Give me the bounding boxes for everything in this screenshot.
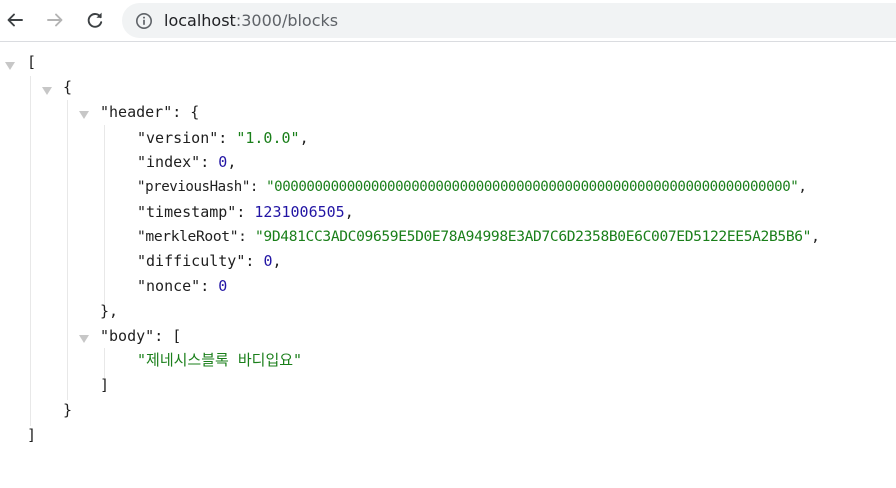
field-difficulty: "difficulty": 0, <box>137 249 282 273</box>
collapse-triangle-icon[interactable] <box>79 335 89 343</box>
field-nonce: "nonce": 0 <box>137 274 227 298</box>
body-open: : [ <box>154 327 182 345</box>
field-value: 0 <box>218 153 228 171</box>
info-circle-icon[interactable] <box>135 12 153 30</box>
field-index: "index": 0, <box>137 150 236 174</box>
object-open-brace: { <box>63 78 73 96</box>
url-text[interactable]: localhost:3000/blocks <box>164 3 338 38</box>
forward-button[interactable] <box>41 6 69 34</box>
field-trail: , <box>272 252 282 270</box>
json-viewer: [ { "header": { "version": "1.0.0", "ind… <box>0 42 896 488</box>
field-key: "version" <box>137 129 219 147</box>
field-sep: : <box>249 179 267 195</box>
field-key: "difficulty" <box>137 252 246 270</box>
body-item: "제네시스블록 바디입요" <box>137 351 303 369</box>
field-previous-hash: "previousHash": "00000000000000000000000… <box>137 175 807 199</box>
back-button[interactable] <box>1 6 29 34</box>
body-key: "body" <box>100 327 155 345</box>
field-value: 1231006505 <box>254 203 345 221</box>
field-key: "nonce" <box>137 277 201 295</box>
header-line: "header": { <box>100 100 199 124</box>
header-key: "header" <box>100 103 173 121</box>
indent-guide <box>67 100 68 400</box>
header-close: }, <box>100 302 119 320</box>
field-timestamp: "timestamp": 1231006505, <box>137 200 354 224</box>
field-trail: , <box>344 203 354 221</box>
field-value: "1.0.0" <box>236 129 300 147</box>
field-sep: : <box>236 203 255 221</box>
reload-button[interactable] <box>81 6 109 34</box>
address-bar[interactable]: localhost:3000/blocks <box>122 3 896 38</box>
forward-arrow-icon <box>47 13 63 27</box>
field-sep: : <box>200 277 219 295</box>
field-value: "000000000000000000000000000000000000000… <box>266 179 799 195</box>
indent-guide <box>104 125 105 305</box>
collapse-triangle-icon[interactable] <box>79 111 89 119</box>
field-value: "9D481CC3ADC09659E5D0E78A94998E3AD7C6D23… <box>254 228 812 245</box>
object-close-brace: } <box>63 401 73 419</box>
browser-toolbar: localhost:3000/blocks <box>0 0 896 42</box>
body-line: "body": [ <box>100 324 181 348</box>
collapse-triangle-icon[interactable] <box>42 87 52 95</box>
field-sep: : <box>245 252 264 270</box>
collapse-triangle-icon[interactable] <box>5 62 15 70</box>
field-value: 0 <box>218 277 228 295</box>
url-path: :3000/blocks <box>235 11 339 30</box>
field-trail: , <box>227 153 237 171</box>
field-key: "index" <box>137 153 201 171</box>
field-sep: : <box>218 129 237 147</box>
header-open: : { <box>172 103 200 121</box>
field-merkle-root: "merkleRoot": "9D481CC3ADC09659E5D0E78A9… <box>137 225 820 249</box>
array-close-bracket: ] <box>27 426 37 444</box>
back-arrow-icon <box>7 13 23 27</box>
indent-guide <box>30 76 31 426</box>
field-sep: : <box>200 153 219 171</box>
reload-icon <box>87 12 103 28</box>
field-key: "merkleRoot" <box>137 228 239 245</box>
field-key: "timestamp" <box>137 203 237 221</box>
body-close: ] <box>100 376 110 394</box>
url-host: localhost <box>164 11 236 30</box>
field-trail: , <box>798 179 807 195</box>
array-open-bracket: [ <box>27 53 37 71</box>
field-version: "version": "1.0.0", <box>137 126 309 150</box>
field-key: "previousHash" <box>137 179 250 195</box>
field-trail: , <box>811 228 820 245</box>
field-trail: , <box>299 129 309 147</box>
field-sep: : <box>238 228 255 245</box>
